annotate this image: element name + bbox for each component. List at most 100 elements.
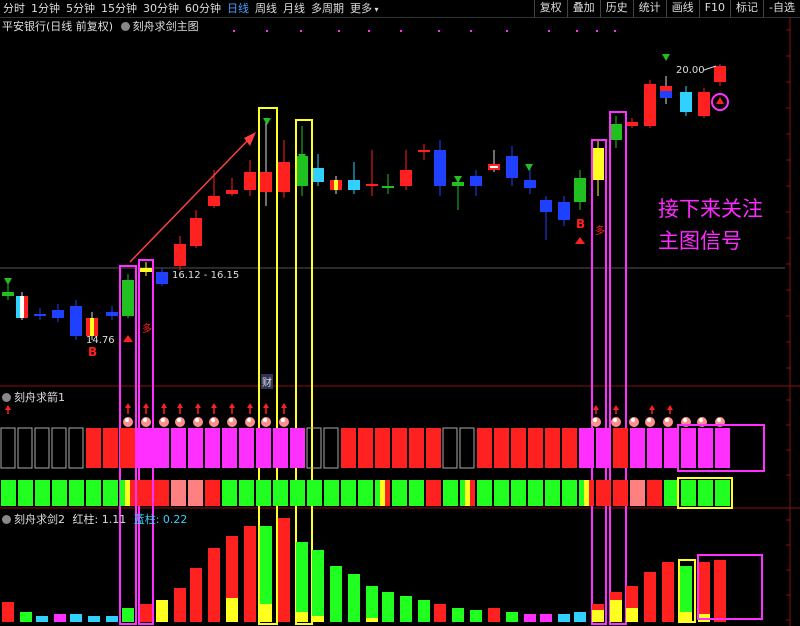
arrow-bar-15 bbox=[256, 480, 271, 506]
top-dot-7 bbox=[470, 30, 472, 32]
arrow-bar-29 bbox=[494, 480, 509, 506]
arrow-bar-8 bbox=[137, 480, 152, 506]
sword-bar-11 bbox=[190, 568, 202, 622]
arrow-bar-21 bbox=[358, 480, 373, 506]
top-dot-1 bbox=[266, 30, 268, 32]
arrow-box-27 bbox=[459, 427, 475, 469]
arrow-bar-35 bbox=[596, 480, 611, 506]
candle-body-11 bbox=[190, 218, 202, 246]
arrow-panel-name[interactable]: 刻舟求箭1 bbox=[14, 391, 65, 404]
arrow-bar-6 bbox=[103, 480, 118, 506]
arrow-box-24 bbox=[409, 428, 424, 468]
sword-bar-24 bbox=[418, 600, 430, 622]
high-price-label: 20.00 bbox=[676, 65, 705, 76]
sword-bar-20 bbox=[348, 574, 360, 622]
annotation-line-1: 接下来关注 bbox=[658, 197, 763, 221]
candle-body-36 bbox=[626, 122, 638, 126]
top-dot-2 bbox=[300, 30, 302, 32]
arrow-panel-header: 刻舟求箭1 bbox=[2, 389, 65, 405]
top-dot-10 bbox=[576, 30, 578, 32]
sword-bar-38 bbox=[662, 562, 674, 622]
arrow-box-35 bbox=[596, 428, 611, 468]
arrow-bar-5 bbox=[86, 480, 101, 506]
candle-body-0 bbox=[2, 292, 14, 296]
arrow-box-5 bbox=[86, 428, 101, 468]
small-arrow-head-7 bbox=[247, 403, 253, 408]
arrow-bar-22b bbox=[385, 480, 390, 506]
arrow-bar-34b bbox=[589, 480, 594, 506]
arrow-box-41 bbox=[698, 428, 713, 468]
candle-body-15 bbox=[260, 172, 272, 192]
candle-body-19b bbox=[334, 180, 338, 190]
buy-triangle-1 bbox=[575, 237, 585, 244]
arrow-bar-12 bbox=[205, 480, 220, 506]
candle-body-20 bbox=[348, 180, 360, 190]
candle-body-33 bbox=[574, 178, 586, 202]
arrow-bar-34a bbox=[579, 480, 584, 506]
candle-body-24 bbox=[418, 150, 430, 152]
green-arrow-3 bbox=[662, 54, 670, 61]
cai-signal: 财 bbox=[261, 374, 273, 389]
sword-bar-32 bbox=[558, 614, 570, 622]
sword-bar-23 bbox=[400, 596, 412, 622]
sword-panel-toggle-icon[interactable] bbox=[2, 515, 11, 524]
arrow-bar-31 bbox=[528, 480, 543, 506]
arrow-box-12 bbox=[205, 428, 220, 468]
arrow-box-36 bbox=[613, 428, 628, 468]
arrow-box-0 bbox=[0, 427, 16, 469]
ball-shine-14 bbox=[665, 418, 669, 422]
candle-body-32 bbox=[558, 202, 570, 220]
arrow-bar-38 bbox=[647, 480, 662, 506]
sword-bar-10 bbox=[174, 588, 186, 622]
arrow-bar-19 bbox=[324, 480, 339, 506]
ball-shine-4 bbox=[195, 418, 199, 422]
arrow-box-6 bbox=[103, 428, 118, 468]
top-dot-6 bbox=[438, 30, 440, 32]
arrow-box-34 bbox=[579, 428, 594, 468]
buy-triangle-0 bbox=[123, 335, 133, 342]
top-dot-3 bbox=[338, 30, 340, 32]
ball-shine-5 bbox=[211, 418, 215, 422]
candle-body-3 bbox=[52, 310, 64, 318]
sword-bar-16 bbox=[278, 518, 290, 622]
candle-body-31 bbox=[540, 200, 552, 212]
arrow-bar-27b bbox=[470, 480, 475, 506]
ball-shine-12 bbox=[631, 418, 635, 422]
annotation-text: 接下来关注 主图信号 bbox=[658, 193, 763, 257]
sword-bar-yellow-0 bbox=[156, 604, 168, 622]
arrow-box-17 bbox=[290, 428, 305, 468]
candle-body-4 bbox=[70, 306, 82, 336]
sword-bar-19 bbox=[330, 566, 342, 622]
sword-bar-18 bbox=[312, 550, 324, 622]
candle-body-18 bbox=[312, 168, 324, 182]
sword-bar-yellow-2 bbox=[260, 604, 272, 622]
candle-body-39 bbox=[680, 92, 692, 112]
candle-body-27 bbox=[470, 176, 482, 186]
arrow-box-33 bbox=[562, 428, 577, 468]
arrow-box-21 bbox=[358, 428, 373, 468]
candle-body-10 bbox=[174, 244, 186, 266]
highlight-box-magenta-3 bbox=[591, 139, 607, 625]
sword-bar-0 bbox=[2, 602, 14, 622]
sword-panel-name[interactable]: 刻舟求剑2 bbox=[14, 513, 65, 526]
top-dot-0 bbox=[233, 30, 235, 32]
small-arrow-head-8 bbox=[263, 403, 269, 408]
arrow-bar-40 bbox=[681, 480, 696, 506]
arrow-bar-11 bbox=[188, 480, 203, 506]
top-dot-9 bbox=[548, 30, 550, 32]
green-arrow-2 bbox=[525, 164, 533, 171]
small-arrow-head-5 bbox=[211, 403, 217, 408]
arrow-bar-2 bbox=[35, 480, 50, 506]
arrow-box-16 bbox=[273, 428, 288, 468]
ball-shine-10 bbox=[593, 418, 597, 422]
arrow-box-29 bbox=[494, 428, 509, 468]
arrow-box-42 bbox=[715, 428, 730, 468]
sword-bar-28 bbox=[488, 608, 500, 622]
arrow-panel-toggle-icon[interactable] bbox=[2, 393, 11, 402]
arrow-box-30 bbox=[511, 428, 526, 468]
arrow-bar-22a bbox=[375, 480, 380, 506]
ball-shine-13 bbox=[647, 418, 651, 422]
chart-canvas[interactable] bbox=[0, 0, 800, 626]
arrow-box-3 bbox=[51, 427, 67, 469]
top-dot-11 bbox=[596, 30, 598, 32]
